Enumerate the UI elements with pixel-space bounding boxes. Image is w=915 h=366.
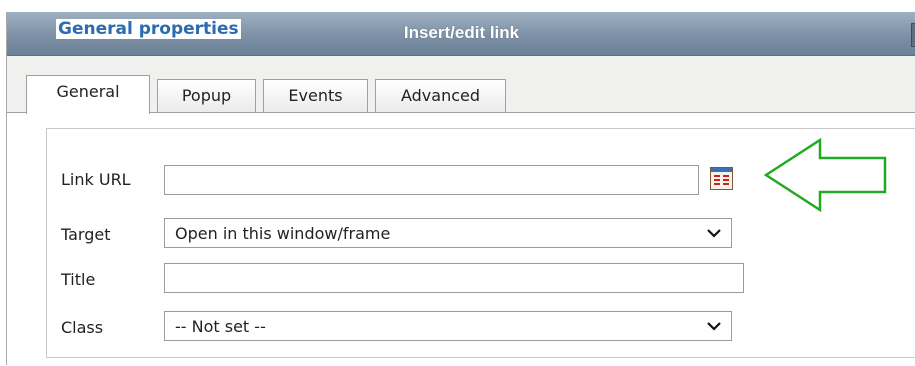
chevron-down-icon [707,229,721,238]
general-properties-legend: General properties [56,19,241,39]
target-select-value: Open in this window/frame [175,224,391,243]
arrow-left-icon [763,138,887,212]
link-url-label: Link URL [61,170,131,189]
class-select[interactable]: -- Not set -- [164,311,732,341]
class-label: Class [61,318,104,337]
target-select[interactable]: Open in this window/frame [164,218,732,248]
tab-popup[interactable]: Popup [157,79,256,112]
chevron-down-icon [707,322,721,331]
tab-general[interactable]: General [26,75,150,114]
link-url-input[interactable] [164,165,699,195]
class-select-value: -- Not set -- [175,317,266,336]
file-browser-icon[interactable] [710,167,733,190]
target-label: Target [61,225,111,244]
tab-bar: General Popup Events Advanced [26,75,915,114]
tab-events[interactable]: Events [263,79,368,112]
tab-advanced[interactable]: Advanced [375,79,506,112]
close-button-edge[interactable] [911,23,915,47]
title-input[interactable] [164,263,744,293]
title-label: Title [61,270,96,289]
